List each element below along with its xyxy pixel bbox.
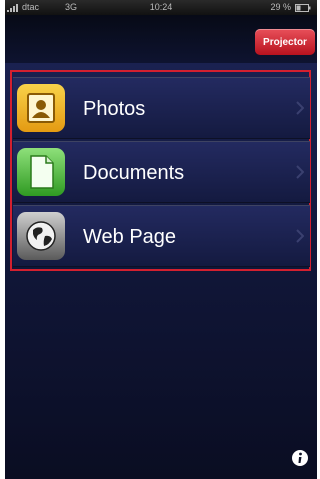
chevron-right-icon (296, 101, 304, 115)
menu-item-photos[interactable]: Photos (13, 77, 310, 139)
battery-percent: 29 % (270, 2, 291, 12)
info-icon[interactable] (291, 449, 309, 467)
navigation-bar: Projector (5, 15, 317, 63)
menu-item-label: Web Page (83, 226, 177, 248)
battery-icon (295, 4, 311, 12)
chevron-right-icon (296, 229, 304, 243)
photos-icon (17, 84, 65, 132)
menu-item-documents[interactable]: Documents (13, 141, 310, 203)
phone-screen: dtac 3G 10:24 29 % Projector Photos Docu… (5, 0, 317, 479)
menu-item-web-page[interactable]: Web Page (13, 205, 310, 267)
menu-item-label: Photos (83, 98, 146, 120)
status-bar: dtac 3G 10:24 29 % (5, 0, 317, 15)
globe-icon (17, 212, 65, 260)
menu-item-label: Documents (83, 162, 185, 184)
content-area: Photos Documents Web Page (5, 63, 317, 479)
chevron-right-icon (296, 165, 304, 179)
projector-button[interactable]: Projector (255, 29, 315, 55)
document-icon (17, 148, 65, 196)
